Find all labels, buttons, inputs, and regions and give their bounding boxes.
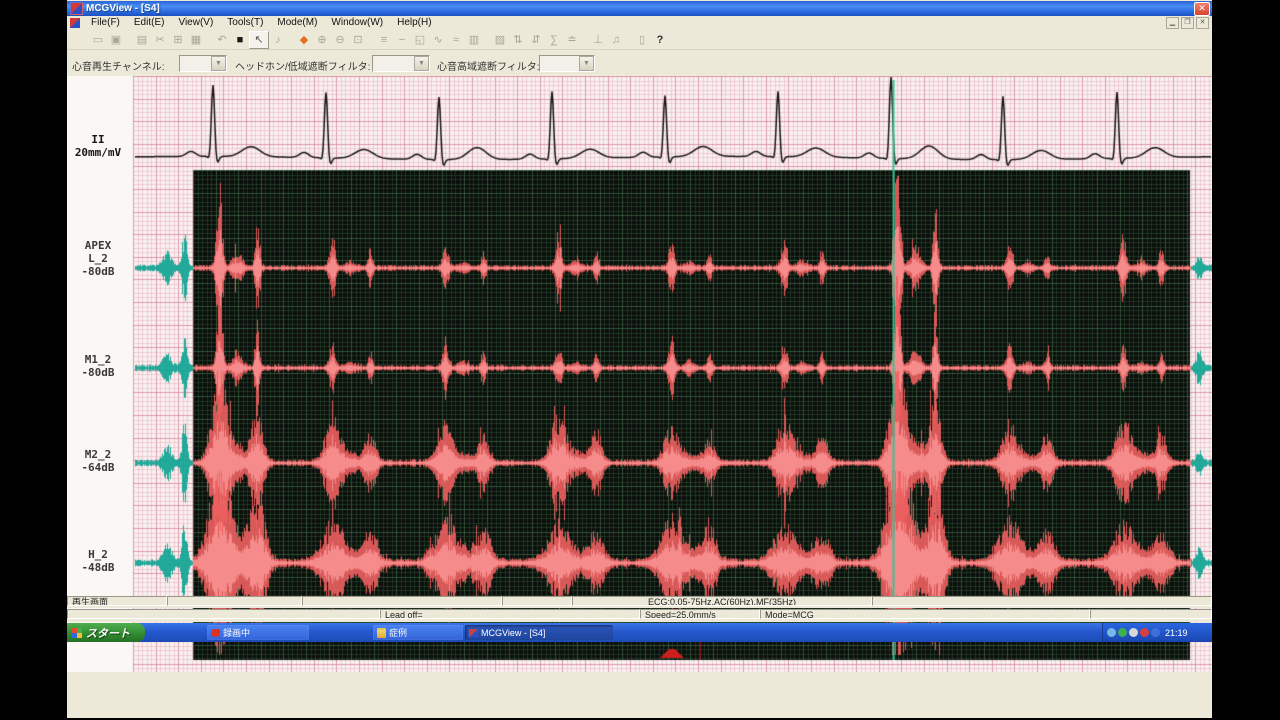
windows-logo-icon — [72, 627, 82, 638]
title-bar[interactable]: MCGView - [S4] ✕ — [67, 1, 1212, 16]
scroll-down-icon[interactable]: ⇵ — [527, 32, 545, 48]
system-tray: 21:19 — [1102, 623, 1212, 642]
mdi-window-button[interactable]: ❒ — [1181, 16, 1194, 29]
taskbar-item[interactable]: 症例 — [373, 625, 463, 640]
app-window: MCGView - [S4] ✕ File(F) Edit(E) View(V) To… — [67, 0, 1212, 718]
app-icon — [70, 2, 83, 15]
headphone-filter-label: ヘッドホン/低域遮断フィルタ: — [235, 62, 371, 73]
menu-item[interactable]: View(V) — [171, 17, 220, 28]
taskbar-clock: 21:19 — [1165, 627, 1188, 638]
save-icon[interactable]: ▣ — [107, 32, 125, 48]
input-icon[interactable] — [1129, 628, 1138, 637]
zoom-in-icon[interactable]: ⊕ — [313, 32, 331, 48]
channel-label-m1: M1_2 -80dB — [81, 353, 115, 379]
anchor-icon[interactable]: ⊥ — [589, 32, 607, 48]
scroll-up-icon[interactable]: ⇅ — [509, 32, 527, 48]
hatch-icon[interactable]: ▨ — [491, 32, 509, 48]
cut-icon[interactable]: ✂ — [151, 32, 169, 48]
open-icon[interactable]: ▭ — [89, 32, 107, 48]
wave-icon[interactable]: ∿ — [429, 32, 447, 48]
copy-icon[interactable]: ⊞ — [169, 32, 187, 48]
taskbar: スタート 録画中 症例 MCGView - [S4] 21:19 — [67, 623, 1212, 642]
undo-icon[interactable]: ↶ — [213, 32, 231, 48]
grid-icon[interactable]: ▥ — [465, 32, 483, 48]
stop-icon[interactable]: ■ — [231, 32, 249, 48]
status-bar-top: 再生画面 ECG:0.05-75Hz,AC(60Hz),MF(35Hz) — [67, 596, 1212, 608]
channel-label-m2: M2_2 -64dB — [81, 448, 115, 474]
right-pillarbox — [1212, 0, 1280, 720]
measure-icon[interactable]: ≐ — [563, 32, 581, 48]
filter-icon[interactable]: ≈ — [447, 32, 465, 48]
start-button[interactable]: スタート — [67, 623, 145, 642]
audio-icon[interactable] — [1151, 628, 1160, 637]
waveform-viewport[interactable]: II 20mm/mV APEX L_2 -80dB M1_2 -80dB M2_2… — [67, 76, 1212, 672]
mdi-window-button[interactable]: ▁ — [1166, 16, 1179, 29]
ecg-lead-label: II 20mm/mV — [74, 133, 122, 159]
taskbar-item-icon — [211, 628, 220, 637]
channel-label-h: H_2 -48dB — [81, 548, 115, 574]
window-title: MCGView - [S4] — [86, 3, 160, 14]
speaker-icon[interactable]: ♪ — [269, 32, 287, 48]
left-pillarbox — [0, 0, 67, 720]
marker-icon[interactable]: ◆ — [295, 32, 313, 48]
paste-icon[interactable]: ▦ — [187, 32, 205, 48]
status-mode-text: 再生画面 — [67, 596, 167, 606]
chevron-down-icon[interactable]: ▼ — [579, 56, 594, 71]
sum-icon[interactable]: ∑ — [545, 32, 563, 48]
help-icon[interactable]: ? — [651, 32, 669, 48]
menu-bar: File(F) Edit(E) View(V) Tools(T) Mode(M) Wind… — [67, 16, 1212, 29]
network-icon[interactable] — [1107, 628, 1116, 637]
menu-item[interactable]: File(F) — [84, 17, 127, 28]
zoom-out-icon[interactable]: ⊖ — [331, 32, 349, 48]
chevron-down-icon[interactable]: ▼ — [414, 56, 429, 71]
menu-item[interactable]: Mode(M) — [270, 17, 324, 28]
menu-item[interactable]: Edit(E) — [127, 17, 172, 28]
minus-icon[interactable]: − — [393, 32, 411, 48]
menu-item[interactable]: Tools(T) — [220, 17, 270, 28]
channel-label-apex: APEX L_2 -80dB — [81, 239, 115, 278]
ruler-icon[interactable]: ≡ — [375, 32, 393, 48]
main-toolbar: ▭ ▣ ▤ ✂ ⊞ ▦ ↶ ■ ↖ ♪ ◆ ⊕ ⊖ ⊡ ≡ − ◱ ∿ ≈ ▥ ▨ ⇅ ⇵ ∑ ≐ ⊥ ♫ ▯? — [67, 30, 1212, 50]
headphone-filter-select[interactable]: ▼ — [372, 55, 430, 72]
taskbar-item[interactable]: 録画中 — [207, 625, 309, 640]
highcut-filter-select[interactable]: ▼ — [539, 55, 595, 72]
taskbar-item[interactable]: MCGView - [S4] — [465, 625, 613, 640]
window-icon[interactable]: ◱ — [411, 32, 429, 48]
alert-icon[interactable] — [1140, 628, 1149, 637]
playback-channel-select[interactable]: ▼ — [179, 55, 227, 72]
menu-item[interactable]: Help(H) — [390, 17, 438, 28]
status-ecg-filter: ECG:0.05-75Hz,AC(60Hz),MF(35Hz) — [572, 596, 872, 606]
taskbar-item-icon — [377, 627, 386, 638]
sound-controls-toolbar: 心音再生チャンネル: ▼ ヘッドホン/低域遮断フィルタ: ▼ 心音高域遮断フィル… — [67, 51, 1212, 125]
print-icon[interactable]: ▤ — [133, 32, 151, 48]
shield-icon[interactable] — [1118, 628, 1127, 637]
playback-channel-label: 心音再生チャンネル: — [72, 62, 165, 73]
menu-item[interactable]: Window(W) — [324, 17, 390, 28]
screen: MCGView - [S4] ✕ File(F) Edit(E) View(V) To… — [0, 0, 1280, 720]
taskbar-item-icon — [469, 628, 478, 637]
status-bar-bottom: Lead off= Speed=25.0mm/s Mode=MCG — [67, 609, 1212, 622]
status-lead: Lead off= — [380, 609, 640, 619]
status-mode: Mode=MCG — [760, 609, 1090, 619]
page-icon[interactable]: ▯ — [633, 32, 651, 48]
play-cursor-icon[interactable]: ↖ — [249, 30, 269, 49]
note-icon[interactable]: ♫ — [607, 32, 625, 48]
status-speed: Speed=25.0mm/s — [640, 609, 760, 619]
waveform-canvas[interactable] — [67, 76, 1212, 672]
close-button[interactable]: ✕ — [1194, 1, 1210, 16]
chevron-down-icon[interactable]: ▼ — [211, 56, 226, 71]
fit-icon[interactable]: ⊡ — [349, 32, 367, 48]
mdi-window-controls: ▁ ❒ ✕ — [1166, 16, 1209, 29]
mdi-child-icon — [70, 17, 80, 28]
mdi-window-button[interactable]: ✕ — [1196, 16, 1209, 29]
highcut-filter-label: 心音高域遮断フィルタ: — [437, 62, 540, 73]
